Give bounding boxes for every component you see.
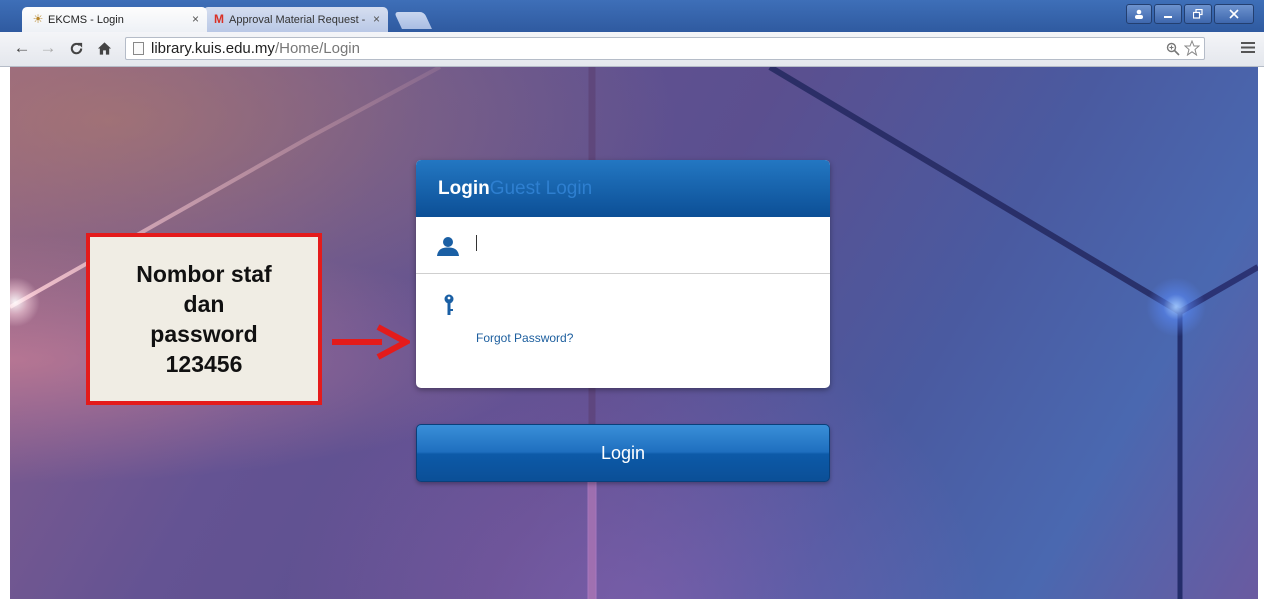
close-tab-icon[interactable]: × xyxy=(373,12,380,26)
menu-icon[interactable] xyxy=(1241,39,1255,59)
login-button[interactable]: Login xyxy=(416,424,830,482)
url-host: library.kuis.edu.my xyxy=(151,40,275,57)
close-window-icon[interactable] xyxy=(1214,4,1254,24)
light-glow xyxy=(1146,277,1206,337)
back-arrow-icon[interactable]: ← xyxy=(12,38,32,58)
profile-icon[interactable] xyxy=(1126,4,1152,24)
callout-line: password xyxy=(150,321,258,347)
browser-toolbar: ← → library.kuis.edu.my/Home/Login xyxy=(0,32,1264,67)
callout-line: dan xyxy=(183,291,225,317)
tab-title: EKCMS - Login xyxy=(48,13,124,26)
new-tab-button[interactable] xyxy=(394,12,432,29)
reload-icon[interactable] xyxy=(66,38,86,61)
tab-login[interactable]: Login xyxy=(438,178,490,200)
username-input[interactable] xyxy=(480,227,814,263)
tab-title: Approval Material Request - xyxy=(229,13,366,26)
home-icon[interactable] xyxy=(94,38,114,61)
gmail-icon: M xyxy=(214,12,224,26)
restore-icon[interactable] xyxy=(1184,4,1212,24)
forgot-password-link[interactable]: Forgot Password? xyxy=(476,331,573,345)
key-icon xyxy=(444,294,454,315)
bookmark-star-icon[interactable] xyxy=(1183,39,1201,57)
ekcms-favicon-icon: ☀ xyxy=(32,12,44,26)
window-controls xyxy=(1126,4,1254,24)
page-icon xyxy=(133,42,144,55)
username-row xyxy=(416,217,830,274)
text-cursor xyxy=(476,235,477,251)
password-input[interactable] xyxy=(480,284,814,320)
forward-arrow-icon[interactable]: → xyxy=(38,38,58,58)
tab-approval-material-request[interactable]: M Approval Material Request - × xyxy=(203,7,388,32)
zoom-icon[interactable] xyxy=(1166,42,1180,56)
password-row xyxy=(416,274,830,324)
tab-guest-login[interactable]: Guest Login xyxy=(490,178,592,200)
login-panel-header: Login Guest Login xyxy=(416,160,830,217)
address-bar[interactable]: library.kuis.edu.my/Home/Login xyxy=(125,37,1205,60)
tab-ekcms-login[interactable]: ☀ EKCMS - Login × xyxy=(22,7,207,32)
annotation-callout: Nombor staf dan password 123456 xyxy=(86,233,322,405)
login-panel: Login Guest Login Forgot Password? xyxy=(416,160,830,388)
close-tab-icon[interactable]: × xyxy=(192,12,199,26)
url-path: /Home/Login xyxy=(274,40,360,57)
user-icon xyxy=(437,237,459,256)
callout-line: 123456 xyxy=(165,351,243,377)
minimize-icon[interactable] xyxy=(1154,4,1182,24)
red-arrow-icon xyxy=(332,324,410,360)
browser-tab-strip: ☀ EKCMS - Login × M Approval Material Re… xyxy=(0,0,1264,32)
callout-line: Nombor staf xyxy=(136,261,272,287)
